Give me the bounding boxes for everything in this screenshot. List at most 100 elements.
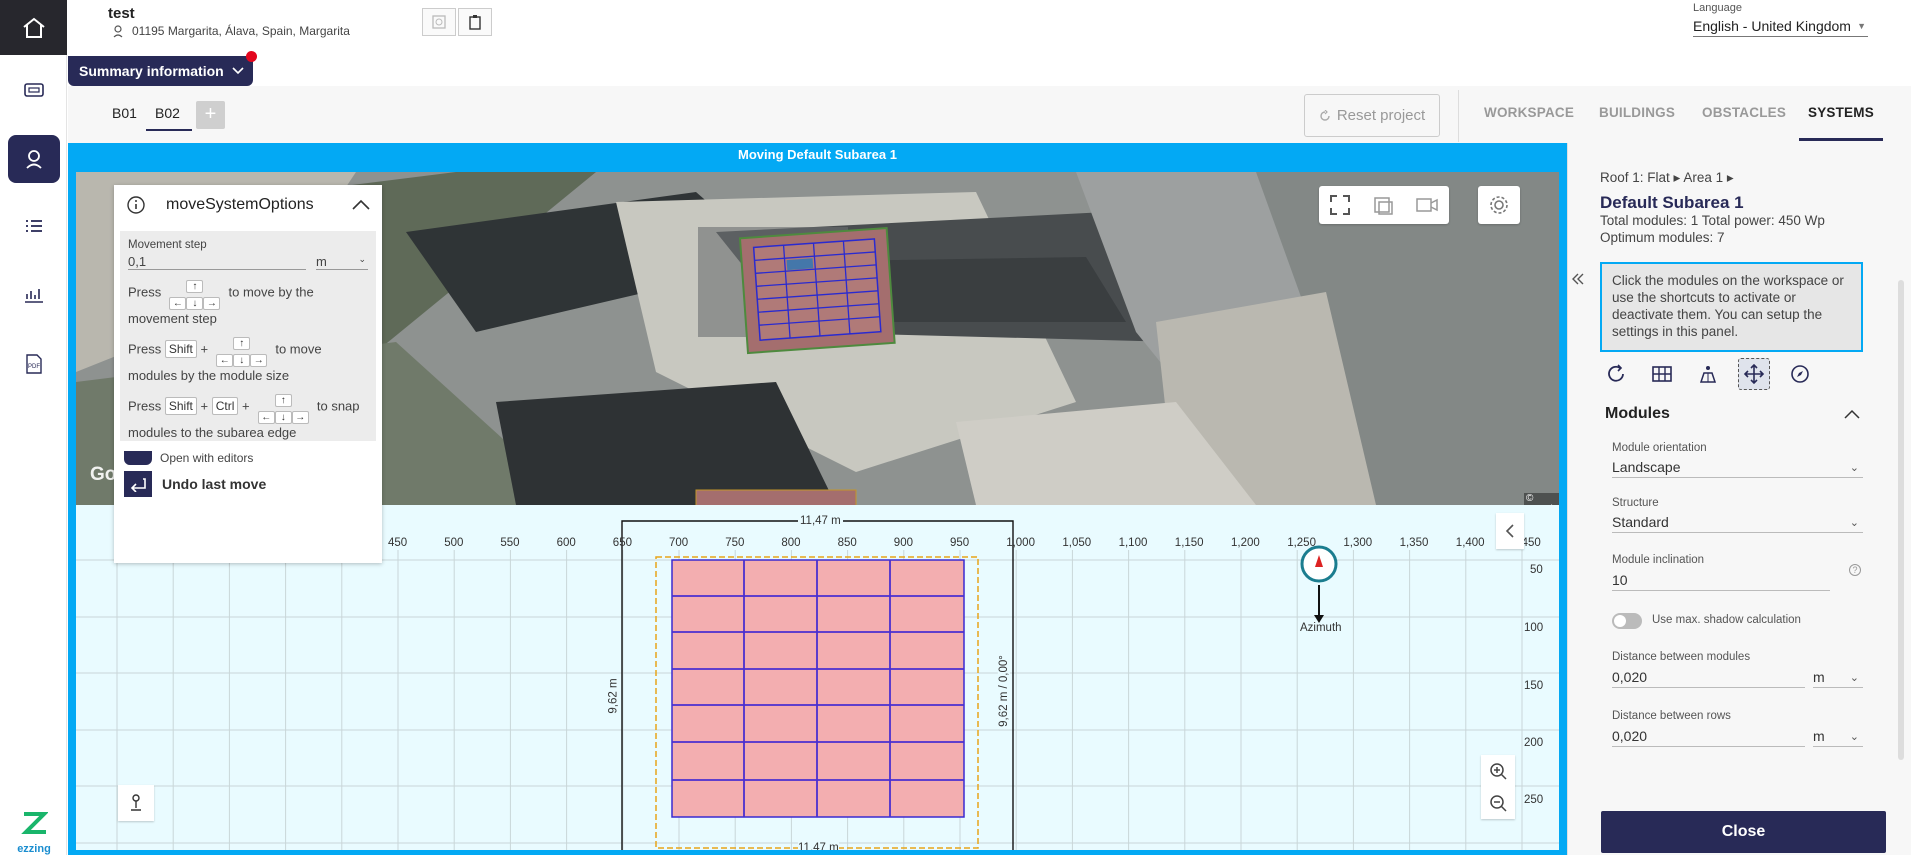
settings-button[interactable] bbox=[1478, 186, 1520, 224]
movement-step-input[interactable]: 0,1 bbox=[128, 254, 306, 270]
nav-list-button[interactable] bbox=[8, 202, 60, 250]
y-tick: 100 bbox=[1524, 622, 1544, 634]
x-tick: 1,300 bbox=[1343, 537, 1373, 549]
collapse-panel-button[interactable] bbox=[1571, 270, 1585, 291]
x-tick: 450 bbox=[388, 537, 408, 549]
inclination-input[interactable]: 10 bbox=[1612, 572, 1830, 591]
x-tick: 1,050 bbox=[1062, 537, 1092, 549]
ctrl-key: Ctrl bbox=[211, 397, 239, 416]
movement-step-unit-select[interactable]: m ⌄ bbox=[316, 254, 368, 270]
stats-line-2: Optimum modules: 7 bbox=[1600, 230, 1725, 245]
language-select[interactable]: English - United Kingdom ▼ bbox=[1693, 18, 1868, 37]
chevron-down-icon: ▼ bbox=[1857, 21, 1866, 31]
undo-last-move-button[interactable]: Undo last move bbox=[124, 471, 372, 497]
x-tick: 900 bbox=[893, 537, 913, 549]
x-tick: 1,150 bbox=[1174, 537, 1204, 549]
project-name: test bbox=[108, 5, 135, 22]
chevron-up-icon[interactable] bbox=[352, 199, 370, 211]
zoom-in-icon[interactable] bbox=[1489, 762, 1507, 780]
language-label: Language bbox=[1693, 2, 1742, 14]
structure-select[interactable]: Standard ⌄ bbox=[1612, 514, 1863, 533]
shift-key: Shift bbox=[164, 397, 197, 416]
orientation-select[interactable]: Landscape ⌄ bbox=[1612, 459, 1863, 478]
rotate-tool-button[interactable] bbox=[1600, 358, 1632, 390]
nav-pdf-button[interactable]: PDF bbox=[8, 340, 60, 388]
map-search-button[interactable] bbox=[422, 8, 456, 36]
info-icon bbox=[127, 196, 145, 214]
chevron-down-icon: ⌄ bbox=[1849, 462, 1859, 474]
shift-key: Shift bbox=[164, 340, 197, 359]
press-text: Press bbox=[128, 341, 162, 357]
summary-information-button[interactable]: Summary information bbox=[68, 56, 253, 86]
x-tick: 1,000 bbox=[1006, 537, 1035, 549]
nav-workspace-button[interactable] bbox=[8, 66, 60, 114]
movement-step-label: Movement step bbox=[128, 239, 207, 251]
layers-icon[interactable] bbox=[1372, 194, 1394, 216]
tab-b01[interactable]: B01 bbox=[112, 105, 137, 121]
chevron-down-icon: ⌄ bbox=[1849, 731, 1859, 743]
module-tools bbox=[1600, 358, 1816, 390]
close-button[interactable]: Close bbox=[1601, 811, 1886, 853]
language-value: English - United Kingdom bbox=[1693, 18, 1851, 34]
x-tick: 650 bbox=[612, 537, 632, 549]
distance-rows-unit-select[interactable]: m ⌄ bbox=[1813, 728, 1863, 747]
nav-chart-button[interactable] bbox=[8, 270, 60, 318]
street-view-button[interactable] bbox=[118, 785, 154, 821]
chevron-down-icon: ⌄ bbox=[358, 254, 366, 264]
location-icon bbox=[26, 150, 42, 169]
editor-icon bbox=[124, 451, 152, 465]
azimuth-label: Azimuth bbox=[1300, 622, 1342, 634]
x-tick: 1,250 bbox=[1287, 537, 1316, 549]
chevron-down-icon bbox=[232, 67, 244, 75]
modules-section-header[interactable]: Modules bbox=[1605, 405, 1860, 423]
zoom-out-icon[interactable] bbox=[1489, 794, 1507, 812]
reset-project-button[interactable]: Reset project bbox=[1304, 94, 1440, 137]
fullscreen-icon[interactable] bbox=[1329, 194, 1351, 216]
move-tool-button[interactable] bbox=[1738, 358, 1770, 390]
tab-workspace[interactable]: WORKSPACE bbox=[1484, 105, 1574, 120]
distance-modules-label: Distance between modules bbox=[1612, 651, 1751, 663]
ezzing-logo: ezzing bbox=[12, 810, 56, 855]
x-tick: 550 bbox=[500, 537, 520, 549]
tab-b02[interactable]: B02 bbox=[155, 105, 180, 121]
nav-location-button[interactable] bbox=[8, 135, 60, 183]
double-chevron-left-icon bbox=[1572, 273, 1584, 285]
plus-text: + bbox=[200, 341, 209, 357]
press-text: Press bbox=[128, 398, 162, 414]
chevron-up-icon bbox=[1844, 409, 1860, 419]
refresh-icon bbox=[1608, 364, 1624, 382]
divider bbox=[1458, 90, 1459, 142]
azimuth-tool-button[interactable] bbox=[1784, 358, 1816, 390]
grid-tool-button[interactable] bbox=[1646, 358, 1678, 390]
list-icon bbox=[26, 220, 42, 232]
distance-modules-unit-select[interactable]: m ⌄ bbox=[1813, 669, 1863, 688]
tab-systems[interactable]: SYSTEMS bbox=[1808, 105, 1874, 120]
panel-scrollbar[interactable] bbox=[1898, 280, 1904, 760]
camera-icon[interactable] bbox=[1415, 194, 1439, 216]
tab-buildings[interactable]: BUILDINGS bbox=[1599, 105, 1675, 120]
help-icon[interactable]: ? bbox=[1849, 564, 1861, 576]
screen-icon bbox=[24, 83, 44, 97]
stats-line-1: Total modules: 1 Total power: 450 Wp bbox=[1600, 213, 1825, 228]
distance-rows-input[interactable]: 0,020 bbox=[1612, 728, 1805, 747]
arrow-keys: ↑ ← ↓ → bbox=[253, 390, 313, 424]
max-shadow-toggle[interactable] bbox=[1612, 613, 1642, 629]
open-with-editors-option[interactable]: Open with editors bbox=[124, 451, 372, 465]
home-icon bbox=[22, 17, 45, 38]
collapse-right-button[interactable] bbox=[1496, 513, 1524, 549]
undo-text: Undo last move bbox=[162, 476, 267, 492]
arrow-keys: ↑ ← ↓ → bbox=[165, 276, 225, 310]
shadow-label: Use max. shadow calculation bbox=[1652, 614, 1801, 626]
distance-modules-input[interactable]: 0,020 bbox=[1612, 669, 1805, 688]
shade-tool-button[interactable] bbox=[1692, 358, 1724, 390]
compass-icon bbox=[1791, 365, 1809, 383]
clipboard-button[interactable] bbox=[458, 8, 492, 36]
pin-icon bbox=[113, 25, 123, 38]
add-building-button[interactable]: + bbox=[196, 101, 225, 129]
unit-value: m bbox=[316, 254, 327, 269]
ezzing-logo-icon bbox=[21, 812, 49, 834]
tab-obstacles[interactable]: OBSTACLES bbox=[1702, 105, 1786, 120]
home-button[interactable] bbox=[0, 0, 67, 55]
y-tick: 250 bbox=[1524, 794, 1544, 806]
pdf-icon: PDF bbox=[26, 354, 42, 374]
